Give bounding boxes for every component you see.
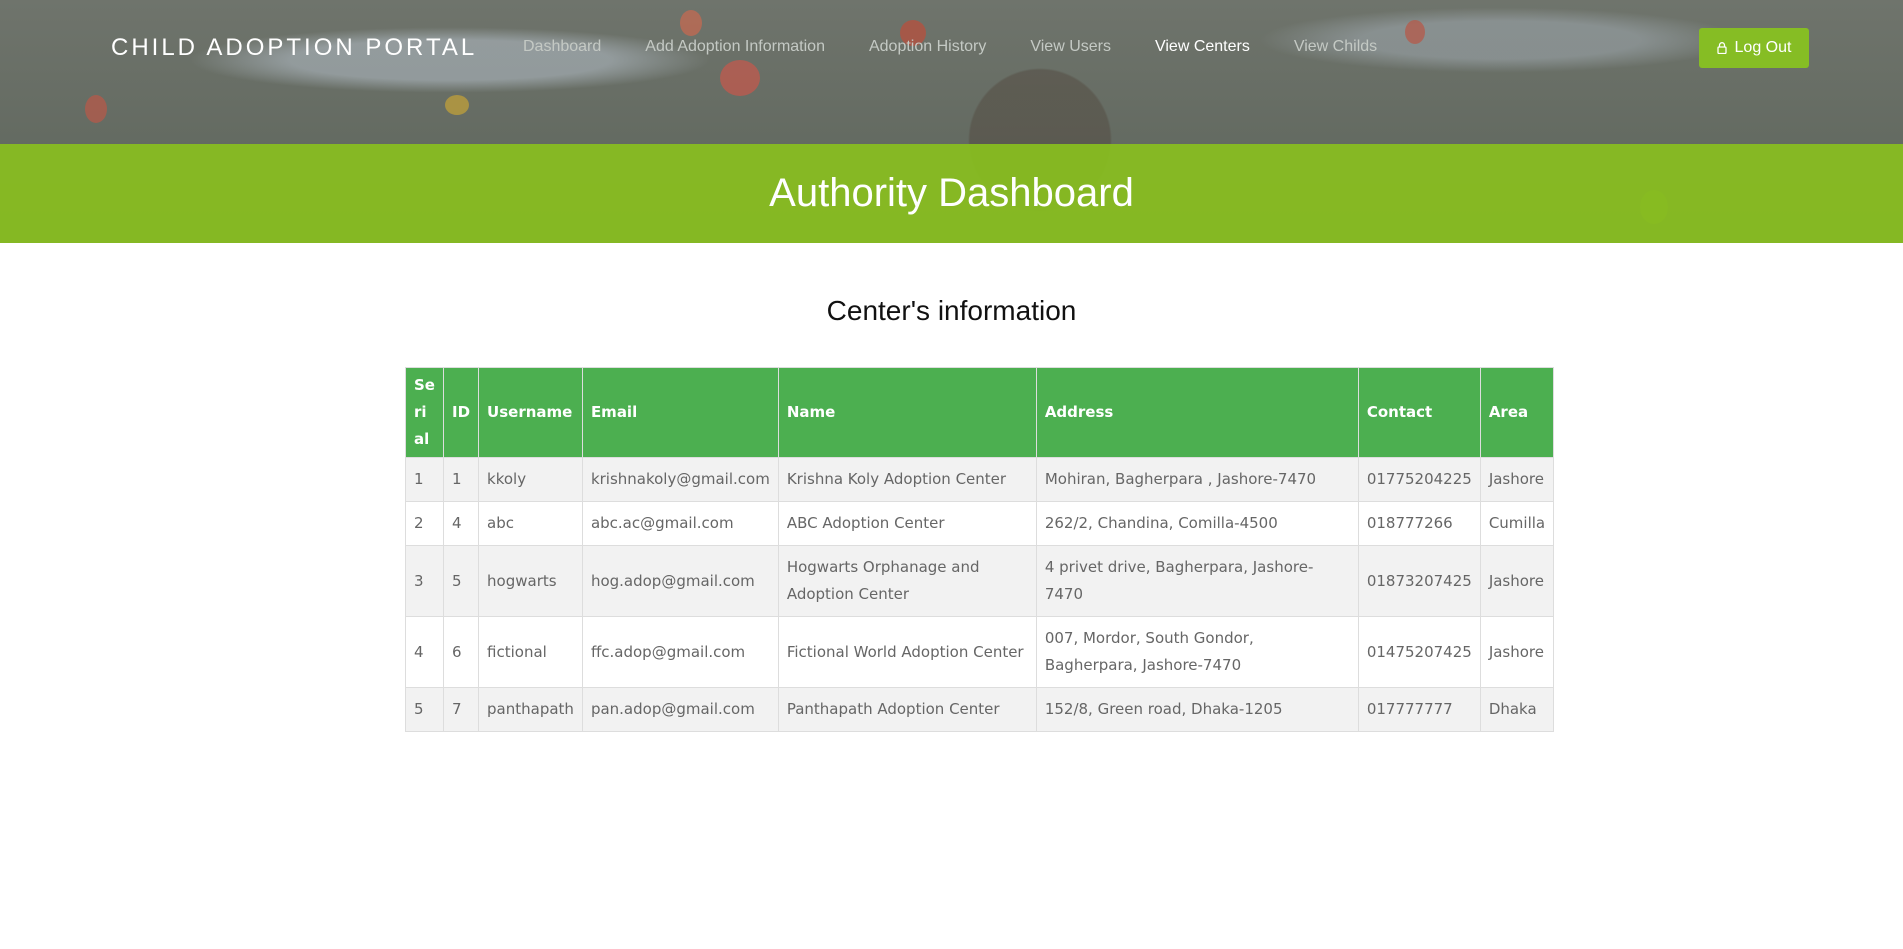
- table-header: Se ri al ID Username Email Name Address …: [405, 367, 1555, 458]
- cell-address: 152/8, Green road, Dhaka-1205: [1035, 687, 1359, 732]
- cell-contact: 017777777: [1357, 687, 1481, 732]
- column-header-contact: Contact: [1357, 367, 1481, 458]
- table-body: 1 1 kkoly krishnakoly@gmail.com Krishna …: [405, 457, 1555, 732]
- nav-dashboard[interactable]: Dashboard: [523, 38, 601, 56]
- lock-icon: [1716, 42, 1727, 54]
- main-nav: Dashboard Add Adoption Information Adopt…: [523, 38, 1377, 56]
- cell-email: abc.ac@gmail.com: [581, 501, 779, 546]
- table-row: 2 4 abc abc.ac@gmail.com ABC Adoption Ce…: [405, 501, 1555, 546]
- page-banner: Authority Dashboard: [0, 144, 1903, 243]
- cell-name: Krishna Koly Adoption Center: [777, 457, 1037, 502]
- cell-id: 7: [442, 687, 480, 732]
- table-header-row: Se ri al ID Username Email Name Address …: [405, 367, 1555, 458]
- cell-serial: 2: [405, 501, 444, 546]
- cell-id: 5: [442, 545, 480, 617]
- nav-view-centers[interactable]: View Centers: [1155, 38, 1250, 56]
- nav-adoption-history[interactable]: Adoption History: [869, 38, 986, 56]
- cell-username: fictional: [478, 616, 583, 688]
- table-row: 5 7 panthapath pan.adop@gmail.com Pantha…: [405, 687, 1555, 732]
- cell-email: pan.adop@gmail.com: [581, 687, 779, 732]
- site-brand[interactable]: CHILD ADOPTION PORTAL: [111, 34, 477, 62]
- cell-address: 4 privet drive, Bagherpara, Jashore-7470: [1035, 545, 1359, 617]
- cell-username: abc: [478, 501, 583, 546]
- top-navbar: CHILD ADOPTION PORTAL Dashboard Add Adop…: [0, 0, 1903, 144]
- cell-area: Cumilla: [1479, 501, 1555, 546]
- column-header-serial: Se ri al: [405, 367, 444, 458]
- cell-id: 1: [442, 457, 480, 502]
- cell-username: kkoly: [478, 457, 583, 502]
- cell-name: Panthapath Adoption Center: [777, 687, 1037, 732]
- cell-serial: 4: [405, 616, 444, 688]
- column-header-username: Username: [478, 367, 583, 458]
- cell-email: krishnakoly@gmail.com: [581, 457, 779, 502]
- logout-label: Log Out: [1734, 39, 1792, 56]
- cell-id: 6: [442, 616, 480, 688]
- cell-area: Jashore: [1479, 545, 1555, 617]
- column-header-id: ID: [442, 367, 480, 458]
- section-title: Center's information: [826, 295, 1077, 326]
- cell-id: 4: [442, 501, 480, 546]
- cell-area: Jashore: [1479, 457, 1555, 502]
- nav-add-adoption-information[interactable]: Add Adoption Information: [645, 38, 825, 56]
- table-row: 4 6 fictional ffc.adop@gmail.com Fiction…: [405, 616, 1555, 688]
- column-header-area: Area: [1479, 367, 1555, 458]
- cell-address: 007, Mordor, South Gondor, Bagherpara, J…: [1035, 616, 1359, 688]
- cell-area: Jashore: [1479, 616, 1555, 688]
- cell-serial: 3: [405, 545, 444, 617]
- column-header-email: Email: [581, 367, 779, 458]
- logout-button[interactable]: Log Out: [1699, 28, 1809, 68]
- cell-email: hog.adop@gmail.com: [581, 545, 779, 617]
- cell-serial: 1: [405, 457, 444, 502]
- cell-username: hogwarts: [478, 545, 583, 617]
- cell-address: Mohiran, Bagherpara , Jashore-7470: [1035, 457, 1359, 502]
- table-row: 1 1 kkoly krishnakoly@gmail.com Krishna …: [405, 457, 1555, 502]
- centers-table: Se ri al ID Username Email Name Address …: [405, 367, 1555, 732]
- nav-view-childs[interactable]: View Childs: [1294, 38, 1377, 56]
- cell-contact: 01775204225: [1357, 457, 1481, 502]
- cell-contact: 01873207425: [1357, 545, 1481, 617]
- cell-name: ABC Adoption Center: [777, 501, 1037, 546]
- column-header-address: Address: [1035, 367, 1359, 458]
- cell-contact: 018777266: [1357, 501, 1481, 546]
- cell-contact: 01475207425: [1357, 616, 1481, 688]
- table-row: 3 5 hogwarts hog.adop@gmail.com Hogwarts…: [405, 545, 1555, 617]
- nav-view-users[interactable]: View Users: [1030, 38, 1111, 56]
- column-header-name: Name: [777, 367, 1037, 458]
- cell-name: Hogwarts Orphanage and Adoption Center: [777, 545, 1037, 617]
- hero-header: CHILD ADOPTION PORTAL Dashboard Add Adop…: [0, 0, 1903, 243]
- page-title: Authority Dashboard: [769, 171, 1134, 215]
- cell-username: panthapath: [478, 687, 583, 732]
- cell-area: Dhaka: [1479, 687, 1555, 732]
- cell-email: ffc.adop@gmail.com: [581, 616, 779, 688]
- cell-name: Fictional World Adoption Center: [777, 616, 1037, 688]
- cell-serial: 5: [405, 687, 444, 732]
- cell-address: 262/2, Chandina, Comilla-4500: [1035, 501, 1359, 546]
